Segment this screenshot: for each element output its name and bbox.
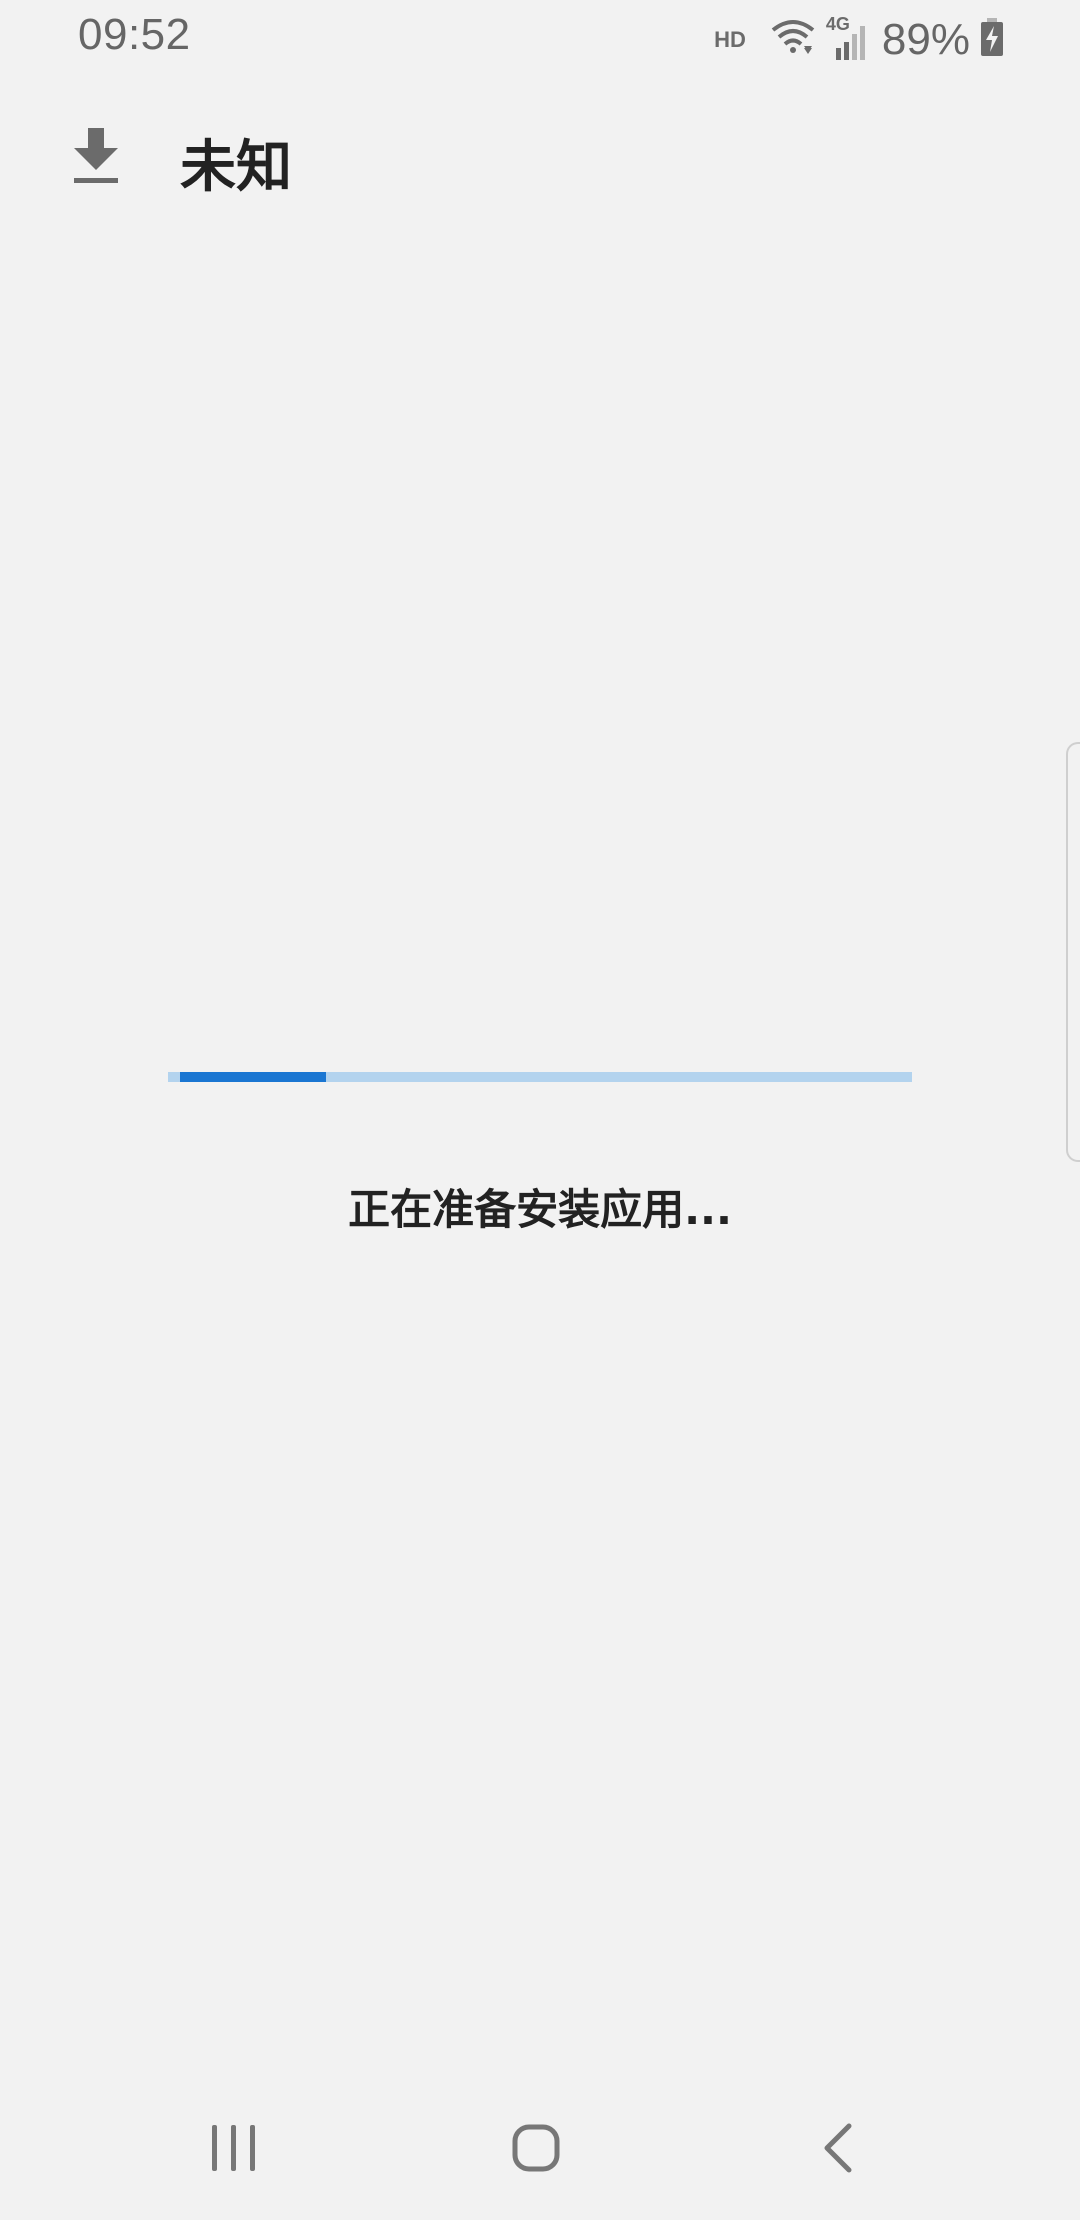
page-title: 未知 <box>180 135 292 200</box>
navigation-bar <box>0 2100 1080 2220</box>
install-progress-fill <box>180 1072 326 1082</box>
edge-panel-handle[interactable] <box>1066 742 1080 1162</box>
download-icon <box>72 128 120 184</box>
back-button[interactable] <box>798 2120 878 2180</box>
install-progress-bar <box>168 1072 912 1082</box>
battery-charging-icon <box>980 18 1004 62</box>
recents-icon <box>210 2123 258 2177</box>
status-bar: 09:52 HD 4G 89% <box>0 0 1080 80</box>
status-time: 09:52 <box>78 10 191 59</box>
header: 未知 <box>0 110 1080 210</box>
wifi-icon <box>770 18 816 62</box>
home-icon <box>511 2123 561 2177</box>
hd-label: HD <box>714 27 746 52</box>
recents-button[interactable] <box>194 2120 274 2180</box>
screen: 09:52 HD 4G 89% 未知 正在准备安装应用... <box>0 0 1080 2220</box>
signal-icon: 4G <box>826 14 866 62</box>
home-button[interactable] <box>496 2120 576 2180</box>
install-status-message: 正在准备安装应用... <box>348 1185 732 1234</box>
status-icons: HD 4G 89% <box>714 12 1004 68</box>
battery-percent: 89% <box>881 15 970 64</box>
back-icon <box>821 2122 855 2178</box>
